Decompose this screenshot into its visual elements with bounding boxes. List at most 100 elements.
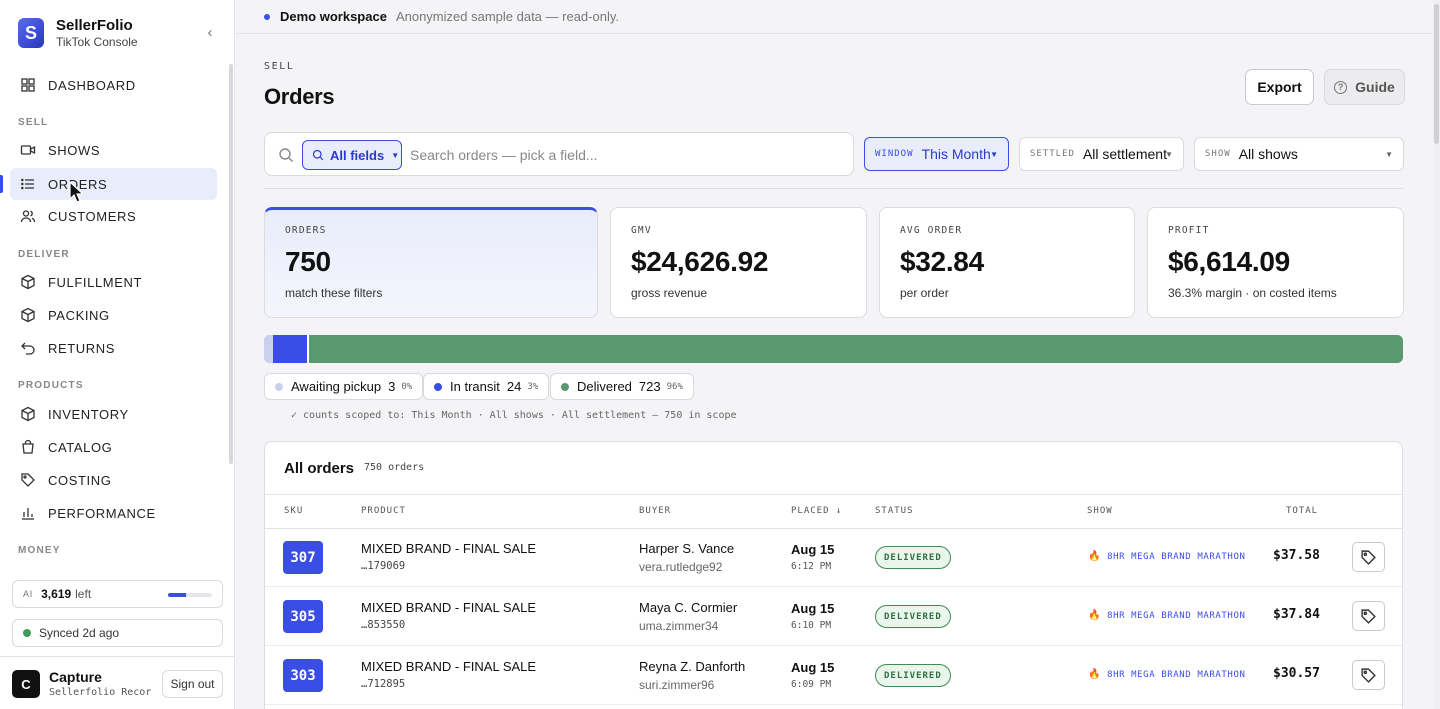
sidebar-item-label: INVENTORY (48, 406, 129, 422)
kpi-value: $6,614.09 (1168, 246, 1290, 277)
show-link[interactable]: 🔥 8HR MEGA BRAND MARATHON (1088, 610, 1246, 621)
show-link[interactable]: 🔥 8HR MEGA BRAND MARATHON (1088, 551, 1246, 562)
ai-credits[interactable]: AI 3,619 left (12, 580, 223, 608)
legend-pct: 3% (527, 381, 539, 392)
legend-delivered[interactable]: Delivered 723 96% (550, 373, 694, 400)
sidebar-item-orders[interactable]: ORDERS (10, 168, 217, 200)
placed-date: Aug 15 (791, 601, 835, 616)
sidebar-item-performance[interactable]: PERFORMANCE (10, 497, 217, 529)
status-badge: DELIVERED (875, 546, 951, 569)
fire-icon: 🔥 (1088, 551, 1102, 562)
filter-tag: WINDOW (875, 149, 914, 159)
placed-time: 6:12 PM (791, 561, 832, 572)
sidebar-section-deliver: DELIVER (18, 249, 70, 260)
sidebar-item-catalog[interactable]: CATALOG (10, 431, 217, 463)
box-icon (20, 406, 36, 422)
kpi-label: PROFIT (1168, 225, 1210, 236)
sidebar-item-inventory[interactable]: INVENTORY (10, 398, 217, 430)
legend-dot (275, 382, 283, 391)
sidebar-section-products: PRODUCTS (18, 380, 84, 391)
table-row[interactable]: 307 MIXED BRAND - FINAL SALE …179069 Har… (265, 528, 1402, 587)
sidebar-item-shows[interactable]: SHOWS (10, 134, 217, 166)
search-input[interactable] (410, 140, 840, 170)
column-header-status[interactable]: STATUS (875, 506, 914, 516)
export-button[interactable]: Export (1245, 69, 1314, 105)
sidebar-item-dashboard[interactable]: DASHBOARD (10, 69, 217, 101)
sidebar-item-label: FULFILLMENT (48, 274, 143, 290)
column-header-show[interactable]: SHOW (1087, 506, 1113, 516)
status-badge: DELIVERED (875, 605, 951, 628)
legend-awaiting-pickup[interactable]: Awaiting pickup 3 0% (264, 373, 424, 400)
collapse-sidebar-icon[interactable]: ‹ (202, 24, 218, 41)
sidebar-item-label: PERFORMANCE (48, 505, 156, 521)
kpi-orders[interactable]: ORDERS 750 match these filters (264, 207, 598, 318)
kpi-avg-order[interactable]: AVG ORDER $32.84 per order (879, 207, 1135, 318)
search-field-selector[interactable]: All fields ▼ (302, 140, 402, 170)
sync-status[interactable]: Synced 2d ago (12, 619, 223, 647)
sidebar-item-packing[interactable]: PACKING (10, 299, 217, 331)
sku-badge: 307 (283, 541, 323, 574)
avatar[interactable]: C (12, 670, 40, 698)
sidebar-item-label: CUSTOMERS (48, 208, 137, 224)
tag-icon (20, 472, 36, 488)
fire-icon: 🔥 (1088, 610, 1102, 621)
sign-out-button[interactable]: Sign out (162, 670, 223, 698)
main-content: Demo workspace Anonymized sample data — … (236, 0, 1432, 709)
sync-status-dot (23, 629, 31, 637)
tag-button[interactable] (1352, 542, 1385, 572)
sidebar-item-fulfillment[interactable]: FULFILLMENT (10, 266, 217, 298)
page-scrollbar[interactable] (1433, 0, 1440, 709)
show-link[interactable]: 🔥 8HR MEGA BRAND MARATHON (1088, 669, 1246, 680)
tag-button[interactable] (1352, 660, 1385, 690)
search-icon (312, 149, 324, 161)
search-bar: All fields ▼ (264, 132, 854, 176)
table-row[interactable]: 305 MIXED BRAND - FINAL SALE …853550 May… (265, 587, 1402, 646)
status-segment-in-transit[interactable] (273, 335, 310, 363)
table-row[interactable]: 303 MIXED BRAND - FINAL SALE …712895 Rey… (265, 646, 1402, 705)
status-segment-delivered[interactable] (309, 335, 1403, 363)
demo-title: Demo workspace (280, 9, 387, 24)
orders-table: All orders 750 orders SKU PRODUCT BUYER … (264, 441, 1403, 709)
column-header-product[interactable]: PRODUCT (361, 506, 406, 516)
status-breakdown-bar[interactable] (264, 335, 1403, 363)
kpi-profit[interactable]: PROFIT $6,614.09 36.3% margin · on coste… (1147, 207, 1404, 318)
sidebar-item-returns[interactable]: RETURNS (10, 332, 217, 364)
kpi-gmv[interactable]: GMV $24,626.92 gross revenue (610, 207, 867, 318)
product-name: MIXED BRAND - FINAL SALE (361, 541, 537, 556)
video-icon (20, 142, 36, 158)
page-scrollbar-thumb[interactable] (1434, 4, 1439, 144)
tag-button[interactable] (1352, 601, 1385, 631)
legend-in-transit[interactable]: In transit 24 3% (423, 373, 550, 400)
sync-status-label: Synced 2d ago (39, 626, 120, 640)
sidebar-item-customers[interactable]: CUSTOMERS (10, 200, 217, 232)
user-subtitle: Sellerfolio Recor… (49, 687, 151, 698)
column-header-buyer[interactable]: BUYER (639, 506, 671, 516)
show-name: 8HR MEGA BRAND MARATHON (1107, 610, 1246, 621)
users-icon (20, 208, 36, 224)
sidebar-scrollbar[interactable] (229, 64, 233, 464)
product-id: …853550 (361, 619, 406, 631)
box-icon (20, 307, 36, 323)
sidebar-item-label: PACKING (48, 307, 110, 323)
ai-tag: AI (23, 589, 34, 599)
brand[interactable]: S SellerFolio TikTok Console (18, 16, 138, 50)
window-filter[interactable]: WINDOW This Month ▼ (864, 137, 1009, 171)
column-header-total[interactable]: TOTAL (1286, 506, 1318, 516)
product-name: MIXED BRAND - FINAL SALE (361, 600, 537, 615)
guide-button[interactable]: ? Guide (1324, 69, 1405, 105)
sidebar-item-label: CATALOG (48, 439, 113, 455)
legend-name: Delivered (577, 379, 632, 394)
legend-dot (561, 382, 569, 391)
column-header-sku[interactable]: SKU (284, 506, 303, 516)
show-name: 8HR MEGA BRAND MARATHON (1107, 669, 1246, 680)
chevron-down-icon: ▼ (1165, 150, 1173, 159)
column-header-placed[interactable]: PLACED ↓ (791, 506, 842, 516)
show-filter[interactable]: SHOW All shows ▼ (1194, 137, 1404, 171)
box-icon (20, 274, 36, 290)
status-segment-awaiting-pickup[interactable] (264, 335, 274, 363)
sku-badge: 305 (283, 600, 323, 633)
demo-dot (264, 13, 270, 20)
sidebar-item-costing[interactable]: COSTING (10, 464, 217, 496)
sidebar-section-sell: SELL (18, 117, 49, 128)
settled-filter[interactable]: SETTLED All settlement ▼ (1019, 137, 1184, 171)
